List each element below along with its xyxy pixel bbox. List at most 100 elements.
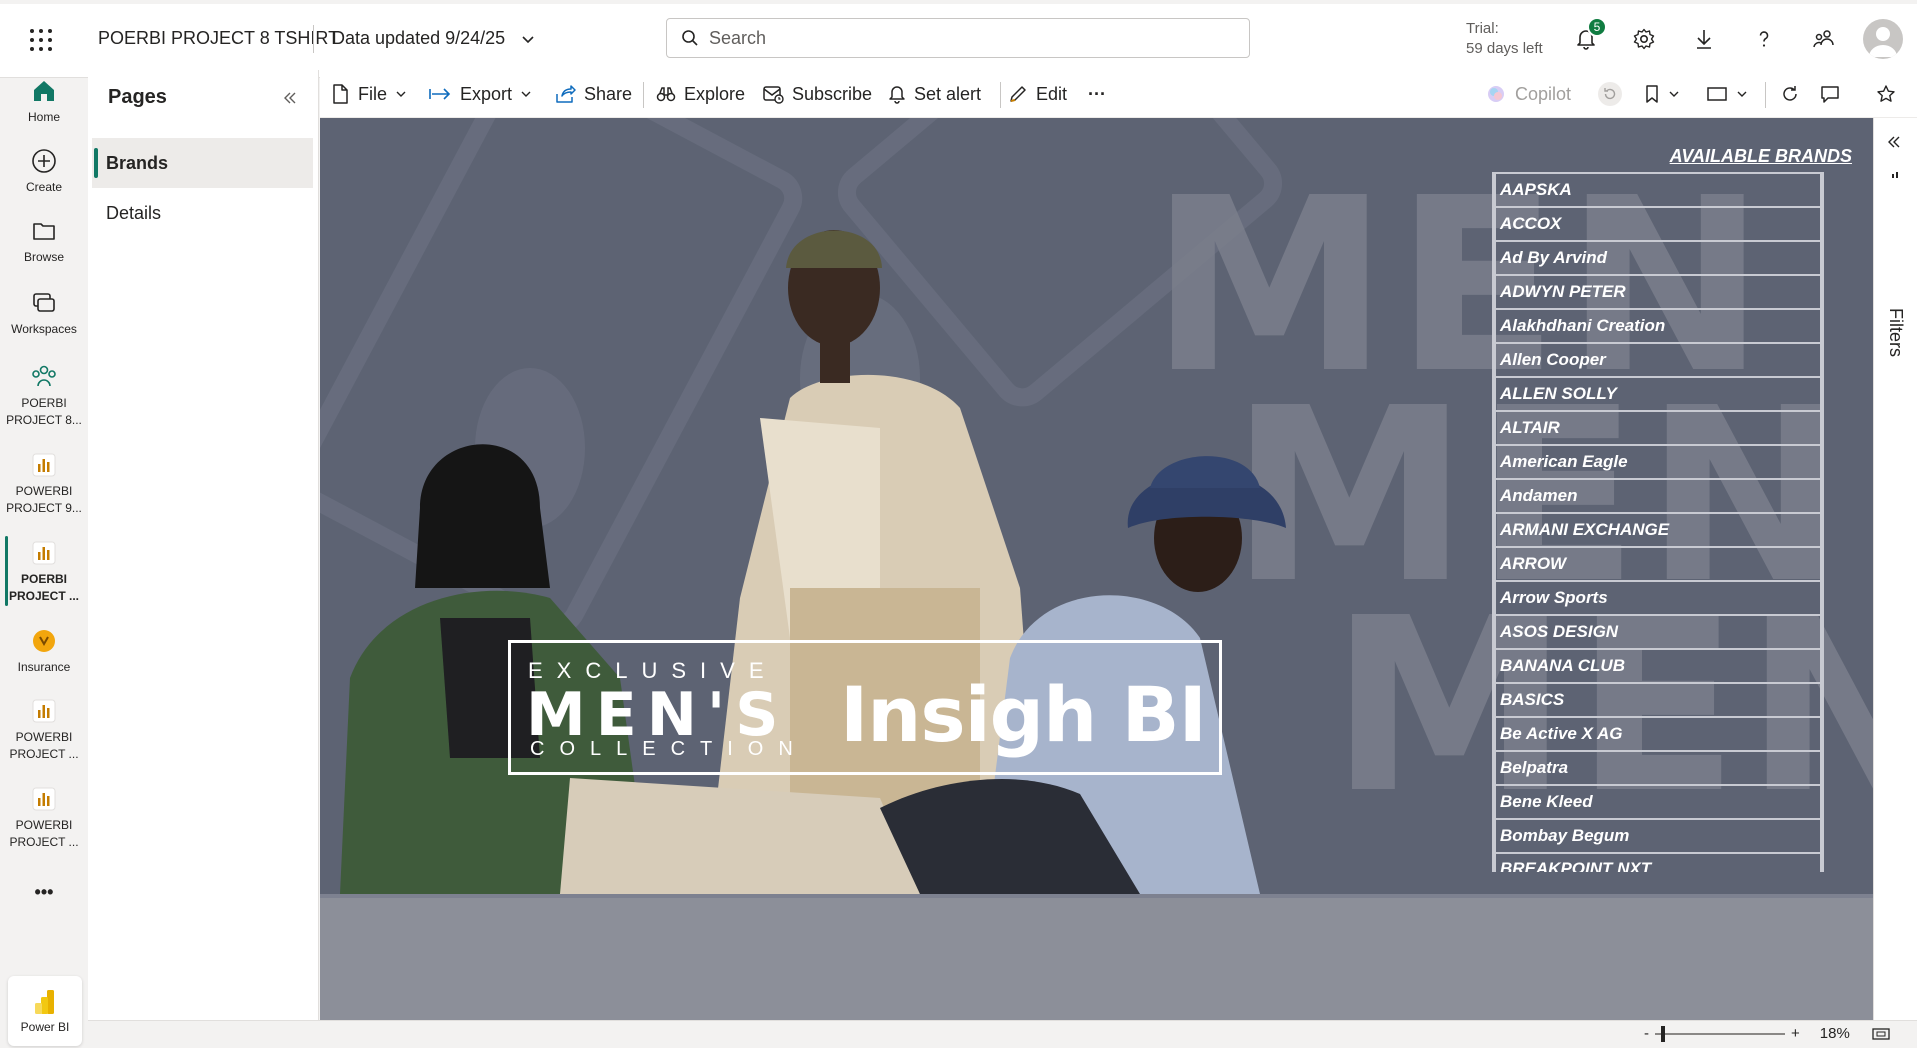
brand-slicer-item[interactable]: Bombay Begum xyxy=(1494,818,1822,852)
collapse-pages-icon[interactable] xyxy=(278,86,302,110)
zoom-in-button[interactable]: + xyxy=(1791,1025,1800,1042)
share-label: Share xyxy=(584,83,633,104)
page-tab-brands[interactable]: Brands xyxy=(92,138,313,188)
search-input[interactable] xyxy=(709,27,1209,49)
rail-item-workspaces[interactable]: Workspaces xyxy=(0,290,88,338)
download-icon[interactable] xyxy=(1689,24,1719,54)
document-icon xyxy=(330,83,350,105)
reset-icon[interactable] xyxy=(1597,70,1623,118)
more-options-button[interactable]: ··· xyxy=(1088,70,1106,118)
zoom-control: - + 18% xyxy=(1644,1025,1890,1042)
copilot-button[interactable]: Copilot xyxy=(1485,70,1571,118)
brand-slicer-item[interactable]: ALTAIR xyxy=(1494,410,1822,444)
app-title[interactable]: POERBI PROJECT 8 TSHIRT xyxy=(98,28,339,49)
page-label: Details xyxy=(106,202,162,223)
brand-slicer-item[interactable]: Belpatra xyxy=(1494,750,1822,784)
brand-slicer-item[interactable]: ACCOX xyxy=(1494,206,1822,240)
zoom-out-button[interactable]: - xyxy=(1644,1025,1649,1042)
rail-item-browse[interactable]: Browse xyxy=(0,218,88,266)
rail-item-poerbi-project-active[interactable]: POERBI PROJECT ... xyxy=(0,540,88,605)
pages-title: Pages xyxy=(108,86,167,108)
rail-item-powerbi-project-b[interactable]: POWERBI PROJECT ... xyxy=(0,786,88,851)
share-people-icon[interactable] xyxy=(1809,24,1839,54)
comment-icon[interactable] xyxy=(1820,70,1840,118)
brand-slicer-item[interactable]: Allen Cooper xyxy=(1494,342,1822,376)
zoom-slider-thumb[interactable] xyxy=(1661,1025,1665,1042)
rail-item-powerbi-9[interactable]: POWERBI PROJECT 9... xyxy=(0,452,88,517)
help-icon[interactable] xyxy=(1749,24,1779,54)
gear-icon[interactable] xyxy=(1629,24,1659,54)
edit-button[interactable]: Edit xyxy=(1008,70,1067,118)
zoom-slider[interactable] xyxy=(1655,1025,1785,1042)
top-edge xyxy=(0,0,1917,4)
report-icon xyxy=(31,698,57,724)
brand-slicer-item[interactable]: Alakhdhani Creation xyxy=(1494,308,1822,342)
filters-label[interactable]: Filters xyxy=(1885,308,1906,357)
favorite-star-icon[interactable] xyxy=(1876,70,1896,118)
expand-filters-icon[interactable] xyxy=(1886,134,1902,150)
search-box[interactable] xyxy=(666,18,1250,58)
set-alert-button[interactable]: Set alert xyxy=(888,70,981,118)
rail-item-label: Insurance xyxy=(17,660,71,674)
rail-item-label: Browse xyxy=(23,250,64,264)
brand-slicer-item[interactable]: Andamen xyxy=(1494,478,1822,512)
bell-icon[interactable]: 5 xyxy=(1571,17,1607,54)
brand-slicer-item[interactable]: Ad By Arvind xyxy=(1494,240,1822,274)
rail-item-home[interactable]: Home xyxy=(0,78,88,126)
brand-slicer-item[interactable]: Arrow Sports xyxy=(1494,580,1822,614)
brand-slicer-item[interactable]: American Eagle xyxy=(1494,444,1822,478)
brand-slicer-item[interactable]: ALLEN SOLLY xyxy=(1494,376,1822,410)
brand-slicer-item[interactable]: BREAKPOINT NXT xyxy=(1494,852,1822,872)
data-updated-dropdown[interactable]: Data updated 9/24/25 xyxy=(332,28,535,49)
bookmark-menu-button[interactable] xyxy=(1644,70,1680,118)
fit-to-page-icon[interactable] xyxy=(1872,1027,1890,1041)
search-icon xyxy=(681,29,699,47)
rail-item-label: POWERBI PROJECT ... xyxy=(9,730,79,761)
set-alert-label: Set alert xyxy=(914,83,982,104)
brand-slicer-item[interactable]: AAPSKA xyxy=(1494,172,1822,206)
explore-button[interactable]: Explore xyxy=(656,70,745,118)
brand-slicer-item[interactable]: Bene Kleed xyxy=(1494,784,1822,818)
chevron-down-icon xyxy=(520,88,532,100)
chevron-down-icon xyxy=(395,88,407,100)
view-menu-button[interactable] xyxy=(1706,70,1748,118)
zoom-level: 18% xyxy=(1819,1025,1850,1042)
report-page-brands: MEN MEN MEN EXCLUSIVE MEN'S COLLECTION I… xyxy=(320,118,1873,894)
brand-slicer-item[interactable]: BANANA CLUB xyxy=(1494,648,1822,682)
powerbi-switcher[interactable]: Power BI xyxy=(8,976,82,1046)
bell-icon xyxy=(888,84,906,104)
explore-label: Explore xyxy=(684,83,746,104)
brand-slicer-item[interactable]: BASICS xyxy=(1494,682,1822,716)
more-icon[interactable]: ••• xyxy=(0,883,88,901)
powerbi-logo-icon xyxy=(32,988,58,1016)
powerbi-label: Power BI xyxy=(20,1020,70,1034)
brand-slicer-item[interactable]: ARROW xyxy=(1494,546,1822,580)
data-updated-label: Data updated 9/24/25 xyxy=(332,28,506,48)
bookmark-icon xyxy=(1644,84,1660,104)
export-menu-button[interactable]: Export xyxy=(428,70,532,118)
report-icon xyxy=(31,540,57,566)
rail-item-insurance[interactable]: Insurance xyxy=(0,628,88,676)
rail-item-create[interactable]: Create xyxy=(0,148,88,196)
subscribe-button[interactable]: Subscribe xyxy=(762,70,872,118)
waffle-icon[interactable] xyxy=(28,27,54,53)
share-button[interactable]: Share xyxy=(554,70,632,118)
brand-slicer-item[interactable]: ARMANI EXCHANGE xyxy=(1494,512,1822,546)
rail-item-powerbi-project-a[interactable]: POWERBI PROJECT ... xyxy=(0,698,88,763)
workspaces-icon xyxy=(31,290,57,316)
rail-item-workspace-poerbi-8[interactable]: POERBI PROJECT 8... xyxy=(0,362,88,429)
brand-slicer-item[interactable]: ADWYN PETER xyxy=(1494,274,1822,308)
page-tab-details[interactable]: Details xyxy=(92,188,313,238)
folder-icon xyxy=(31,218,57,244)
brand-slicer-item[interactable]: ASOS DESIGN xyxy=(1494,614,1822,648)
brand-slicer-item[interactable]: Be Active X AG xyxy=(1494,716,1822,750)
filters-pane-collapsed[interactable]: Filters xyxy=(1873,118,1917,1020)
brands-slicer[interactable]: AAPSKA ACCOX Ad By Arvind ADWYN PETER Alakhd… xyxy=(1492,172,1824,872)
file-menu-button[interactable]: File xyxy=(330,70,407,118)
trial-status[interactable]: Trial: 59 days left xyxy=(1466,19,1543,59)
view-frame-icon xyxy=(1706,85,1728,103)
separator xyxy=(1765,82,1766,108)
rail-item-label: Create xyxy=(25,180,63,194)
avatar[interactable] xyxy=(1863,19,1903,59)
refresh-icon[interactable] xyxy=(1780,70,1800,118)
